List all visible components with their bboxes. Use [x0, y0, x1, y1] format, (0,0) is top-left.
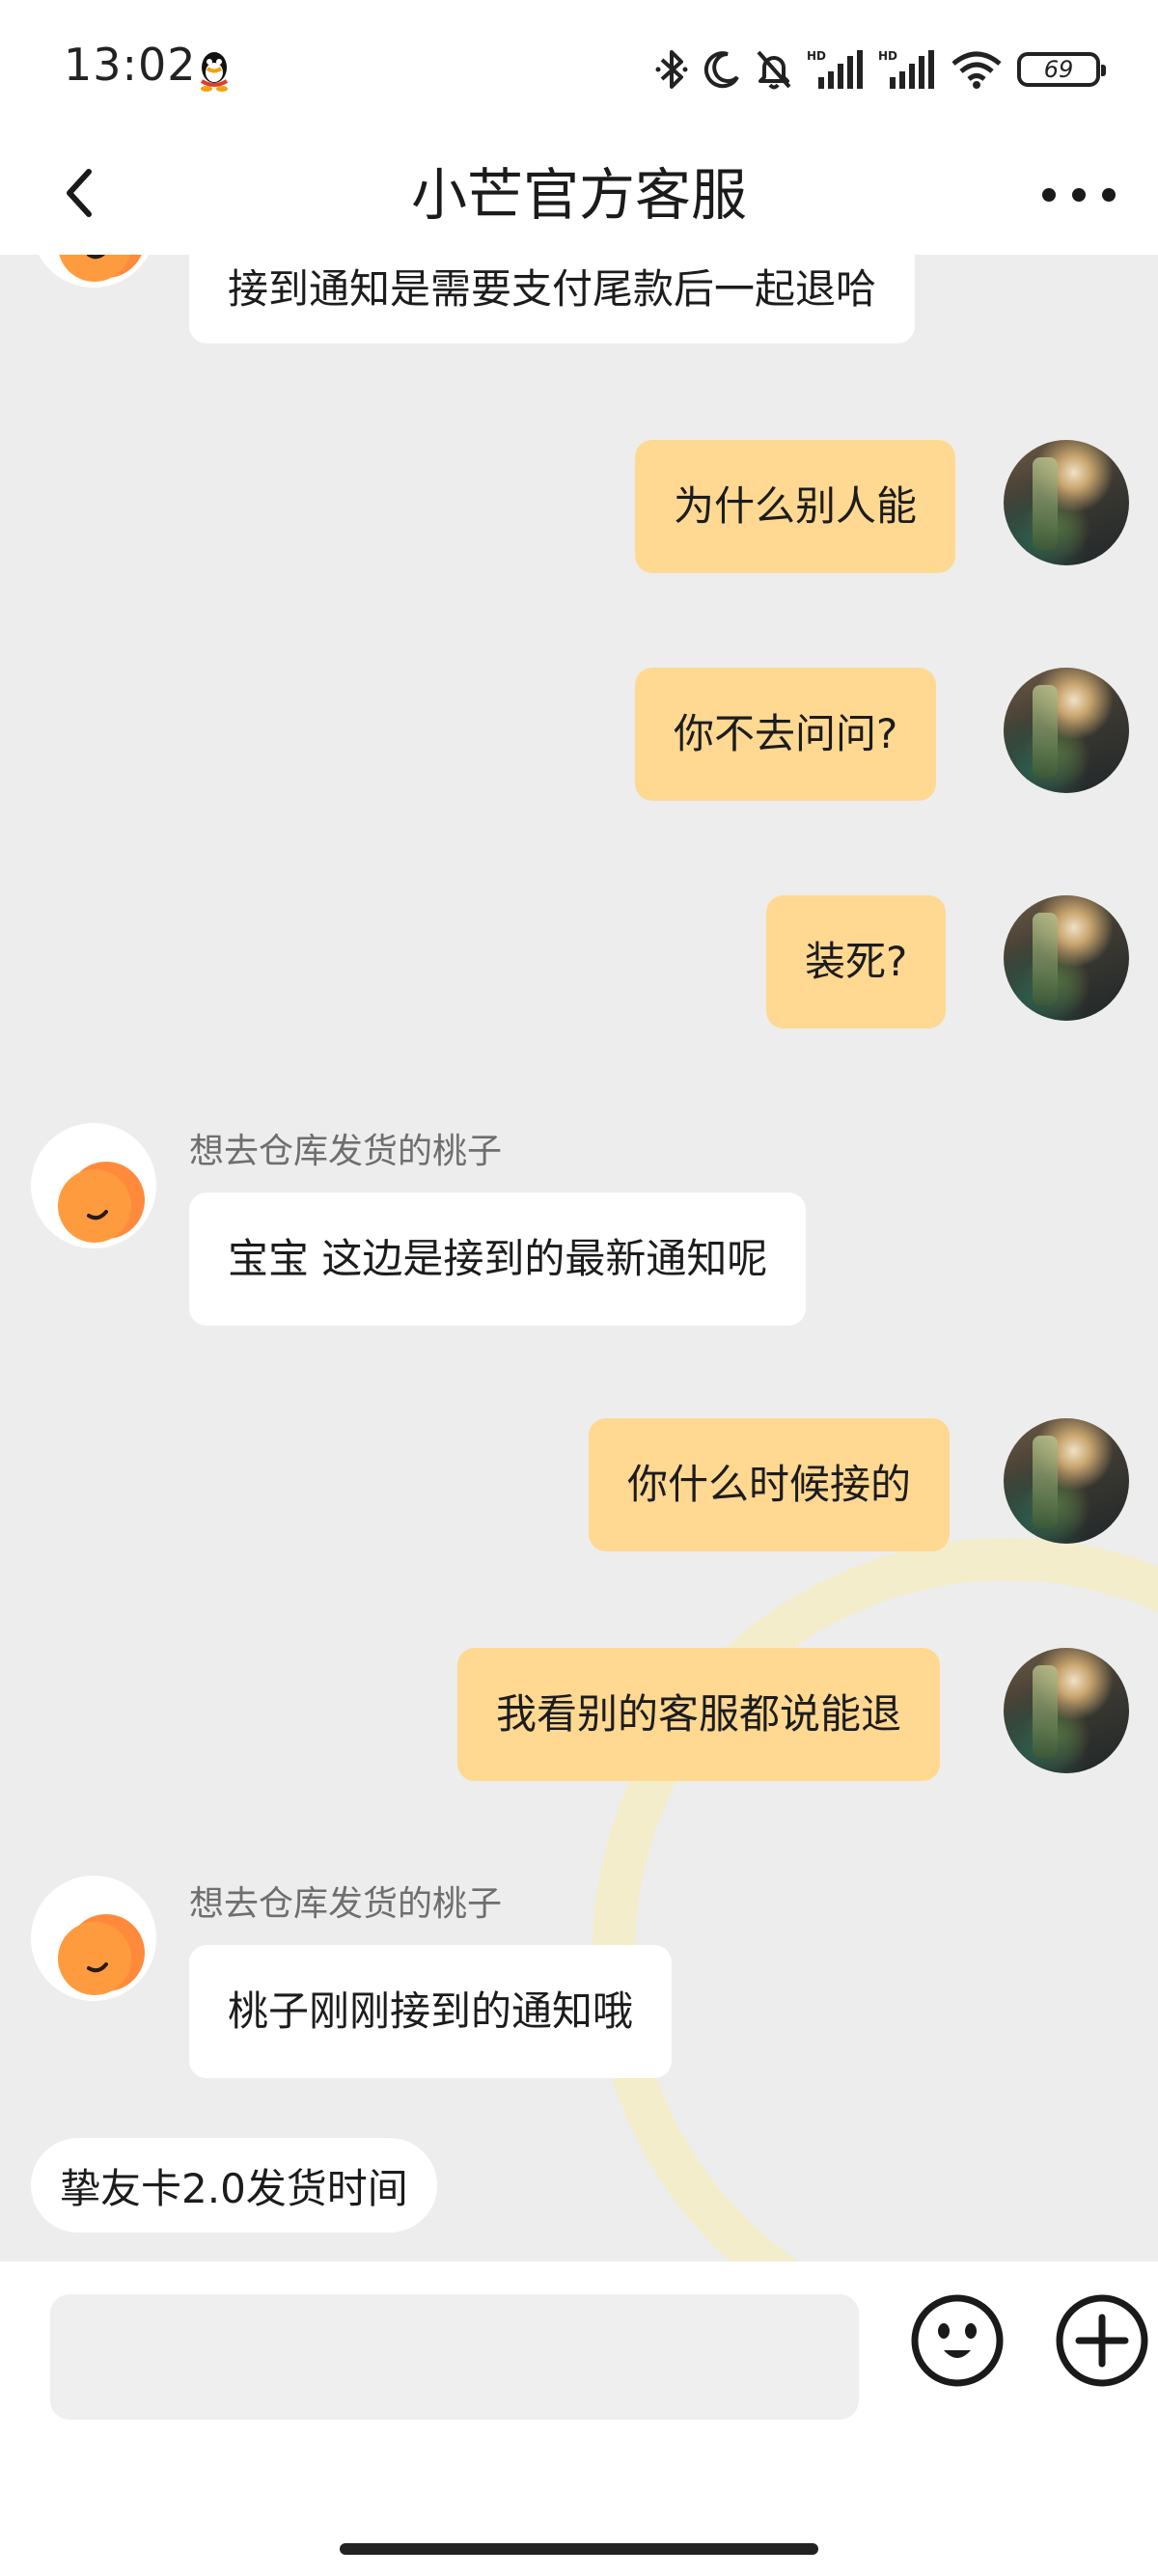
signal-hd-icon: HD [878, 48, 936, 91]
sender-name: 想去仓库发货的桃子 [189, 1132, 503, 1171]
battery-icon: 69 [1017, 52, 1106, 87]
more-button[interactable] [1042, 170, 1116, 220]
status-bar: 13:02 HD HD 69 [0, 0, 1158, 135]
bell-off-icon [755, 48, 793, 91]
status-icons: HD HD 69 [654, 42, 1106, 96]
message-bubble-outgoing[interactable]: 你什么时候接的 [589, 1418, 951, 1551]
svg-text:HD: HD [807, 49, 826, 63]
message-bubble-outgoing[interactable]: 装死? [766, 895, 947, 1028]
input-bar [0, 2261, 1158, 2576]
message-bubble-outgoing[interactable]: 为什么别人能 [635, 440, 956, 573]
message-bubble-incoming[interactable]: 宝宝 这边是接到的最新通知呢 [189, 1192, 807, 1326]
bot-avatar[interactable] [31, 1876, 156, 2001]
more-dot [1102, 188, 1116, 202]
user-avatar[interactable] [1004, 895, 1129, 1021]
bot-avatar[interactable] [31, 1123, 156, 1248]
svg-text:HD: HD [878, 49, 897, 63]
bot-avatar[interactable] [31, 255, 156, 288]
more-dot [1042, 188, 1056, 202]
sender-name: 想去仓库发货的桃子 [189, 1884, 503, 1924]
quick-reply-chip[interactable]: 挚友卡2.0发货时间 [31, 2138, 437, 2233]
user-avatar[interactable] [1004, 668, 1129, 793]
signal-hd-icon: HD [807, 48, 865, 91]
chat-header: 小芒官方客服 [0, 135, 1158, 255]
message-bubble-incoming[interactable]: 桃子刚刚接到的通知哦 [189, 1945, 673, 2078]
bluetooth-icon [654, 48, 689, 91]
message-bubble-incoming[interactable]: 接到通知是需要支付尾款后一起退哈 [189, 255, 916, 343]
home-indicator[interactable] [340, 2543, 818, 2555]
moon-icon [703, 48, 741, 91]
plus-circle-icon [1054, 2294, 1150, 2393]
wifi-icon [950, 48, 1004, 91]
user-avatar[interactable] [1004, 1418, 1129, 1544]
more-dot [1072, 188, 1086, 202]
message-input[interactable] [50, 2294, 859, 2420]
message-bubble-outgoing[interactable]: 你不去问问? [635, 668, 937, 801]
user-avatar[interactable] [1004, 440, 1129, 565]
chat-message-list[interactable]: 接到通知是需要支付尾款后一起退哈 为什么别人能 你不去问问? 装死? 想去仓库发… [0, 255, 1158, 2261]
status-time: 13:02 [64, 39, 197, 91]
emoji-icon [909, 2294, 1006, 2393]
qq-icon [195, 48, 234, 93]
background-watermark-ring [593, 1538, 1158, 2261]
emoji-button[interactable] [909, 2292, 1006, 2389]
message-bubble-outgoing[interactable]: 我看别的客服都说能退 [457, 1648, 941, 1781]
plus-button[interactable] [1054, 2292, 1150, 2389]
page-title: 小芒官方客服 [410, 162, 747, 228]
user-avatar[interactable] [1004, 1648, 1129, 1773]
